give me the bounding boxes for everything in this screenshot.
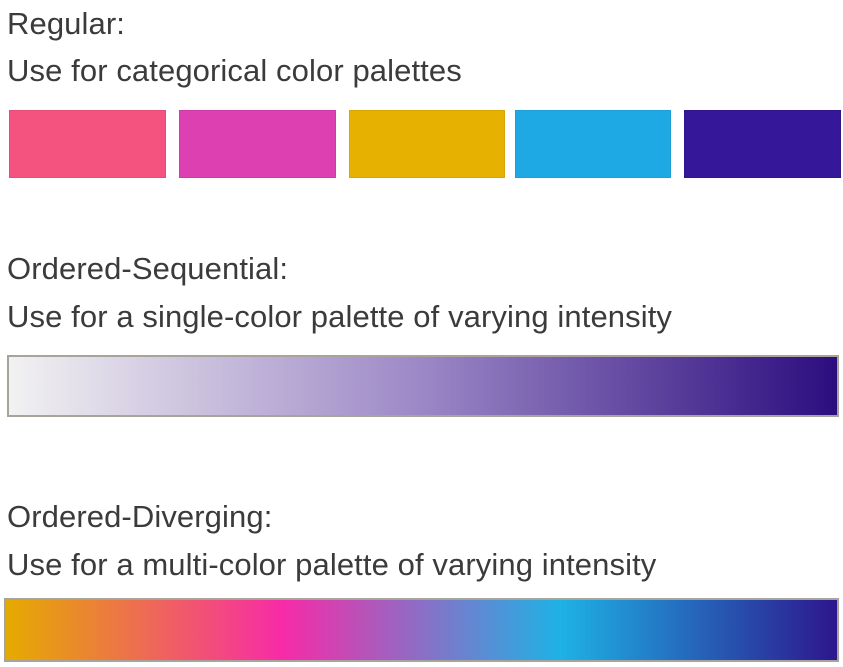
- diverging-description: Use for a multi-color palette of varying…: [7, 547, 657, 582]
- regular-heading: Regular:: [7, 6, 125, 41]
- sequential-gradient-bar: [7, 355, 839, 417]
- sequential-section: Ordered-Sequential: Use for a single-col…: [0, 245, 843, 425]
- regular-swatch-4: [515, 110, 671, 178]
- regular-swatch-1: [9, 110, 166, 178]
- sequential-heading: Ordered-Sequential:: [7, 251, 289, 286]
- diverging-section: Ordered-Diverging: Use for a multi-color…: [0, 493, 843, 667]
- regular-swatch-3: [349, 110, 505, 178]
- regular-section: Regular: Use for categorical color palet…: [0, 0, 843, 190]
- sequential-description: Use for a single-color palette of varyin…: [7, 299, 673, 334]
- diverging-gradient-bar: [4, 598, 839, 662]
- regular-swatch-row: [9, 110, 841, 178]
- regular-swatch-2: [179, 110, 336, 178]
- diverging-heading: Ordered-Diverging:: [7, 499, 273, 534]
- regular-swatch-5: [684, 110, 841, 178]
- regular-description: Use for categorical color palettes: [7, 53, 462, 88]
